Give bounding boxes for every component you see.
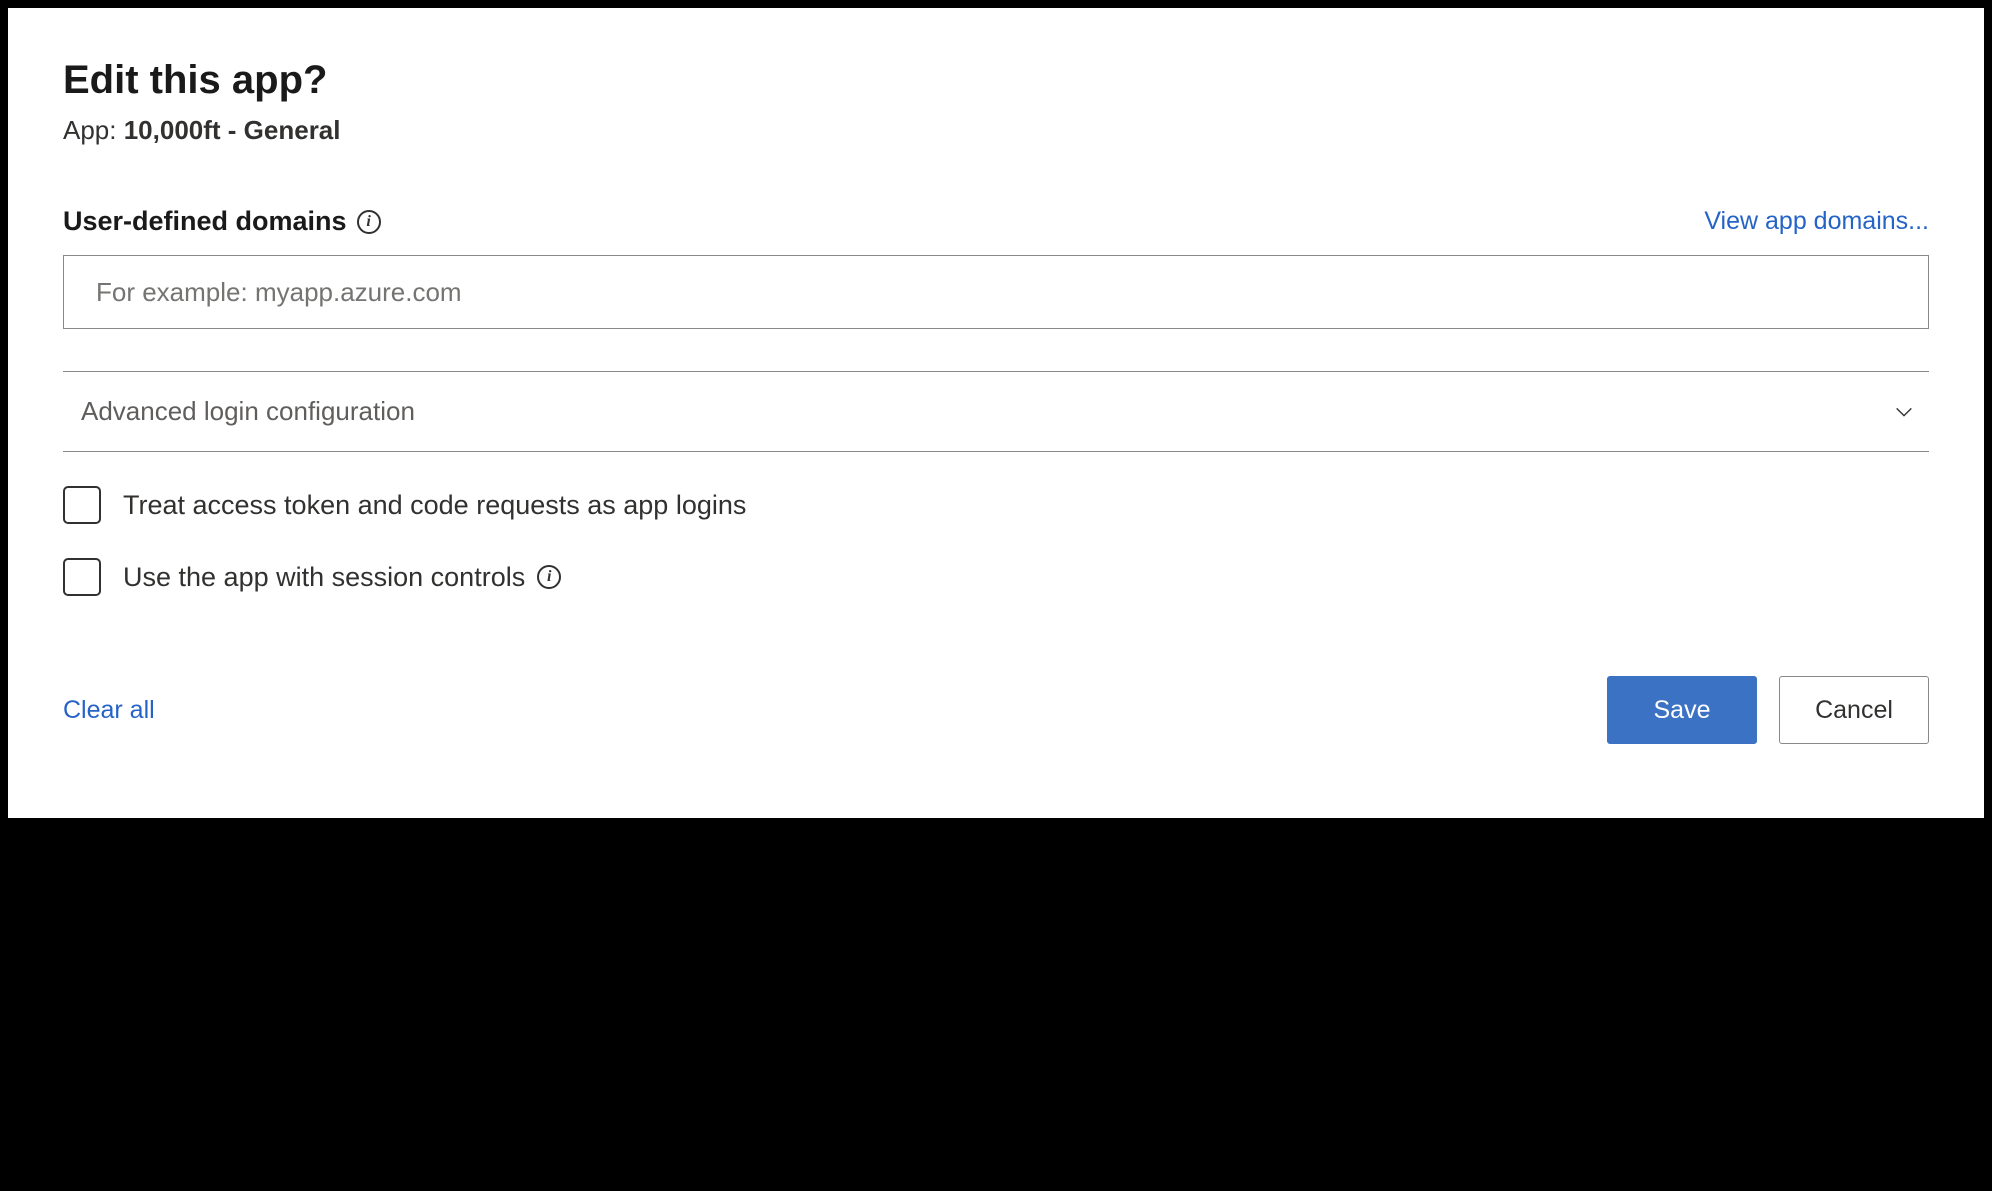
session-controls-label-text: Use the app with session controls [123, 562, 525, 593]
cancel-button[interactable]: Cancel [1779, 676, 1929, 744]
domain-input[interactable] [63, 255, 1929, 329]
chevron-down-icon [1893, 401, 1915, 423]
advanced-login-label: Advanced login configuration [81, 396, 415, 427]
app-name: 10,000ft - General [124, 115, 341, 145]
footer-buttons: Save Cancel [1607, 676, 1929, 744]
app-prefix: App: [63, 115, 124, 145]
session-controls-row: Use the app with session controls i [63, 558, 1929, 596]
clear-all-link[interactable]: Clear all [63, 696, 155, 725]
save-button[interactable]: Save [1607, 676, 1757, 744]
treat-access-row: Treat access token and code requests as … [63, 486, 1929, 524]
panel-title: Edit this app? [63, 58, 1929, 103]
info-icon[interactable]: i [537, 565, 561, 589]
advanced-login-expander[interactable]: Advanced login configuration [63, 371, 1929, 452]
info-icon[interactable]: i [357, 210, 381, 234]
session-controls-checkbox[interactable] [63, 558, 101, 596]
app-subtitle: App: 10,000ft - General [63, 115, 1929, 146]
treat-access-label: Treat access token and code requests as … [123, 490, 746, 521]
domains-section-header: User-defined domains i View app domains.… [63, 206, 1929, 237]
edit-app-panel: Edit this app? App: 10,000ft - General U… [8, 8, 1984, 818]
panel-footer: Clear all Save Cancel [63, 676, 1929, 744]
view-app-domains-link[interactable]: View app domains... [1704, 207, 1929, 236]
domains-label: User-defined domains [63, 206, 347, 237]
treat-access-checkbox[interactable] [63, 486, 101, 524]
domains-label-wrap: User-defined domains i [63, 206, 381, 237]
session-controls-label: Use the app with session controls i [123, 562, 561, 593]
